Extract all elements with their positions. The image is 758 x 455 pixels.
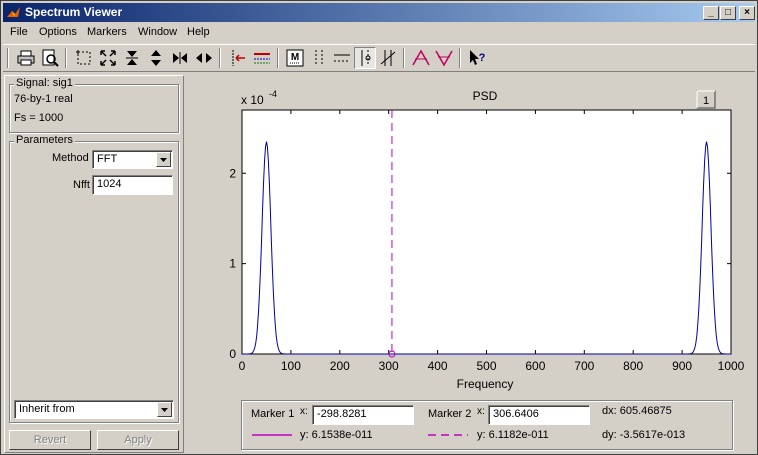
full-view-icon[interactable] xyxy=(97,47,119,69)
spectrum-viewer-window: Spectrum Viewer _ □ × File Options Marke… xyxy=(0,0,758,455)
toolbar-separator xyxy=(277,48,279,68)
x-tick-label: 300 xyxy=(379,359,399,373)
x-tick-label: 800 xyxy=(623,359,643,373)
marker2-line-style-icon xyxy=(428,434,468,436)
menu-window[interactable]: Window xyxy=(138,26,177,38)
marker-dx: dx: 605.46875 xyxy=(602,405,672,417)
slope-markers-icon[interactable] xyxy=(377,47,399,69)
title-bar[interactable]: Spectrum Viewer _ □ × xyxy=(3,3,755,22)
method-value: FFT xyxy=(97,153,118,165)
marker2-y: y: 6.1182e-011 xyxy=(477,429,549,441)
toolbar-grip xyxy=(7,48,9,68)
y-exponent-base: x 10 xyxy=(241,93,264,107)
x-tick-label: 600 xyxy=(525,359,545,373)
marker1-label: Marker 1 xyxy=(251,408,295,420)
y-exponent-power: -4 xyxy=(269,89,277,99)
parameters-legend: Parameters xyxy=(14,134,75,146)
psd-plot[interactable]: x 10 -4 PSD 1 0 100 200 300 400 500 600 700 800 9… xyxy=(191,83,751,395)
window-title: Spectrum Viewer xyxy=(25,5,123,19)
x-tick-label: 0 xyxy=(239,359,246,373)
marker1-line-style-icon xyxy=(252,434,292,436)
marker-panel: Marker 1 x: -298.8281 y: 6.1538e-011 Mar… xyxy=(241,400,733,450)
chart-title: PSD xyxy=(473,89,498,103)
toolbar-separator xyxy=(65,48,67,68)
valleys-icon[interactable] xyxy=(433,47,455,69)
horizontal-zoom-out-icon[interactable] xyxy=(193,47,215,69)
toolbar-separator xyxy=(219,48,221,68)
marker1-x-label: x: xyxy=(300,406,308,417)
revert-button[interactable]: Revert xyxy=(9,430,91,450)
matlab-logo-icon xyxy=(7,7,20,17)
axis-tag-button[interactable]: 1 xyxy=(696,90,716,109)
x-tick-label: 500 xyxy=(476,359,496,373)
menu-markers[interactable]: Markers xyxy=(87,26,127,38)
x-tick-label: 200 xyxy=(330,359,350,373)
horizontal-zoom-in-icon[interactable] xyxy=(169,47,191,69)
method-label: Method xyxy=(52,152,89,164)
inherit-dropdown-button[interactable] xyxy=(157,402,172,417)
marker2-x-label: x: xyxy=(477,406,485,417)
minimize-button[interactable]: _ xyxy=(703,6,719,20)
nfft-value: 1024 xyxy=(97,178,122,190)
toolbar-separator xyxy=(403,48,405,68)
toolbar: M ? xyxy=(3,44,755,72)
chevron-down-icon xyxy=(160,158,167,162)
menu-file[interactable]: File xyxy=(10,26,28,38)
signal-legend: Signal: sig1 xyxy=(14,77,75,89)
x-tick-label: 100 xyxy=(281,359,301,373)
marker2-label: Marker 2 xyxy=(428,408,472,420)
nfft-label: Nfft xyxy=(73,179,90,191)
apply-button[interactable]: Apply xyxy=(97,430,179,450)
markers-button-icon[interactable]: M xyxy=(284,47,306,69)
x-tick-label: 900 xyxy=(672,359,692,373)
svg-text:?: ? xyxy=(479,52,486,64)
vertical-zoom-out-icon[interactable] xyxy=(145,47,167,69)
print-icon[interactable] xyxy=(15,47,37,69)
close-button[interactable]: × xyxy=(739,6,755,20)
marker2-x-value: 306.6406 xyxy=(493,408,539,420)
menu-help[interactable]: Help xyxy=(187,26,210,38)
menu-bar: File Options Markers Window Help xyxy=(3,24,755,42)
nfft-field[interactable]: 1024 xyxy=(92,175,173,195)
marker2-x-field[interactable]: 306.6406 xyxy=(488,405,590,425)
signal-size: 76-by-1 real xyxy=(14,93,73,105)
method-select[interactable]: FFT xyxy=(92,150,173,169)
zoom-box-icon[interactable] xyxy=(73,47,95,69)
marker1-y: y: 6.1538e-011 xyxy=(300,429,373,441)
marker1-x-field[interactable]: -298.8281 xyxy=(312,405,414,425)
axes-area[interactable] xyxy=(241,109,732,355)
y-tick-label: 0 xyxy=(229,347,236,361)
y-tick-label: 1 xyxy=(229,257,236,271)
signal-fs: Fs = 1000 xyxy=(14,112,64,124)
menu-options[interactable]: Options xyxy=(39,26,77,38)
x-tick-label: 1000 xyxy=(718,359,745,373)
x-tick-label: 400 xyxy=(428,359,448,373)
track-markers-icon[interactable] xyxy=(354,47,376,69)
x-tick-label: 700 xyxy=(574,359,594,373)
marker1-x-value: -298.8281 xyxy=(317,408,367,420)
toolbar-separator xyxy=(459,48,461,68)
horizontal-markers-icon[interactable] xyxy=(331,47,353,69)
inherit-from-select[interactable]: Inherit from xyxy=(14,400,174,419)
axis-tag-label: 1 xyxy=(703,95,709,107)
delete-markers-icon[interactable] xyxy=(251,47,273,69)
marker-dy: dy: -3.5617e-013 xyxy=(602,429,686,441)
method-dropdown-button[interactable] xyxy=(156,152,171,167)
svg-text:M: M xyxy=(291,52,299,63)
inherit-from-value: Inherit from xyxy=(19,403,75,415)
maximize-button[interactable]: □ xyxy=(720,6,736,20)
signal-group xyxy=(9,84,179,133)
set-markers-icon[interactable] xyxy=(227,47,249,69)
print-preview-icon[interactable] xyxy=(39,47,61,69)
chevron-down-icon xyxy=(161,408,168,412)
y-tick-label: 2 xyxy=(229,166,236,180)
vertical-markers-icon[interactable] xyxy=(308,47,330,69)
vertical-zoom-in-icon[interactable] xyxy=(121,47,143,69)
whats-this-icon[interactable]: ? xyxy=(466,47,488,69)
peaks-icon[interactable] xyxy=(410,47,432,69)
x-axis-label: Frequency xyxy=(457,377,514,391)
